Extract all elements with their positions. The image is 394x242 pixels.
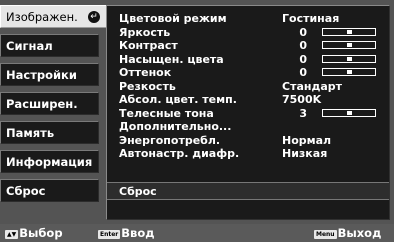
footer-hints: ▲▼ Выбор Enter Ввод Menu Выход [0, 224, 394, 242]
setting-label: Яркость [119, 25, 171, 39]
setting-value: 0 [299, 66, 307, 79]
setting-label: Оттенок [119, 66, 172, 79]
setting-value: 0 [299, 39, 307, 52]
up-down-arrows-icon: ▲▼ [5, 230, 19, 239]
setting-value: 0 [299, 52, 307, 66]
setting-label: Цветовой режим [119, 12, 227, 25]
enter-hint: Enter Ввод [98, 226, 155, 240]
return-icon: ↵ [88, 11, 100, 23]
brightness-slider[interactable] [322, 27, 376, 36]
tab-memory[interactable]: Память [0, 121, 99, 144]
enter-key-icon: Enter [98, 230, 121, 239]
menu-tabs: Изображен. ↵ Сигнал Настройки Расширен. … [0, 0, 107, 222]
slider-thumb[interactable] [347, 29, 352, 34]
tab-settings[interactable]: Настройки [0, 63, 99, 86]
tab-label: Информация [6, 155, 93, 169]
slider-thumb[interactable] [347, 70, 352, 74]
select-hint: ▲▼ Выбор [5, 226, 63, 240]
tab-signal[interactable]: Сигнал [0, 34, 99, 57]
contrast-slider[interactable] [322, 41, 376, 49]
tab-extended[interactable]: Расширен. [0, 92, 99, 115]
select-label: Выбор [19, 226, 63, 240]
exit-label: Выход [337, 226, 382, 240]
tint-slider[interactable] [322, 68, 376, 76]
menu-hint: Menu Выход [314, 226, 381, 240]
setting-value: 0 [299, 25, 307, 39]
slider-thumb[interactable] [347, 56, 352, 61]
settings-panel: Цветовой режим Гостиная Яркость 0 Контра… [106, 5, 390, 220]
setting-value: Нормал [282, 133, 332, 147]
tab-label: Расширен. [6, 97, 78, 111]
projector-osd: Изображен. ↵ Сигнал Настройки Расширен. … [0, 0, 394, 242]
setting-value: Гостиная [282, 12, 340, 25]
setting-label: Дополнительно... [119, 120, 232, 133]
tab-label: Сигнал [6, 39, 53, 53]
tab-picture[interactable]: Изображен. ↵ [0, 5, 107, 28]
setting-label: Абсол. цвет. темп. [119, 93, 237, 106]
tab-reset[interactable]: Сброс [0, 179, 99, 202]
setting-value: 7500K [282, 93, 322, 106]
setting-label: Контраст [119, 39, 178, 52]
tab-label: Настройки [6, 68, 77, 82]
setting-value: 3 [299, 106, 307, 120]
setting-label: Телесные тона [119, 106, 214, 120]
setting-label: Автонастр. диафр. [119, 147, 240, 160]
setting-label: Насыщен. цвета [119, 52, 224, 66]
tab-info[interactable]: Информация [0, 150, 99, 173]
setting-value: Стандарт [282, 79, 343, 93]
setting-label: Резкость [119, 79, 176, 93]
setting-label: Энергопотребл. [119, 133, 221, 147]
tab-label: Сброс [6, 184, 46, 198]
saturation-slider[interactable] [322, 54, 376, 63]
menu-key-icon: Menu [314, 230, 337, 239]
tab-label: Память [6, 126, 55, 140]
enter-label: Ввод [121, 226, 155, 240]
reset-item[interactable]: Сброс [107, 182, 389, 200]
reset-label: Сброс [119, 185, 157, 198]
setting-value: Низкая [282, 147, 328, 160]
slider-thumb[interactable] [347, 110, 352, 115]
slider-thumb[interactable] [347, 43, 352, 47]
skin-tone-slider[interactable] [322, 108, 376, 117]
tab-label: Изображен. [6, 10, 78, 24]
